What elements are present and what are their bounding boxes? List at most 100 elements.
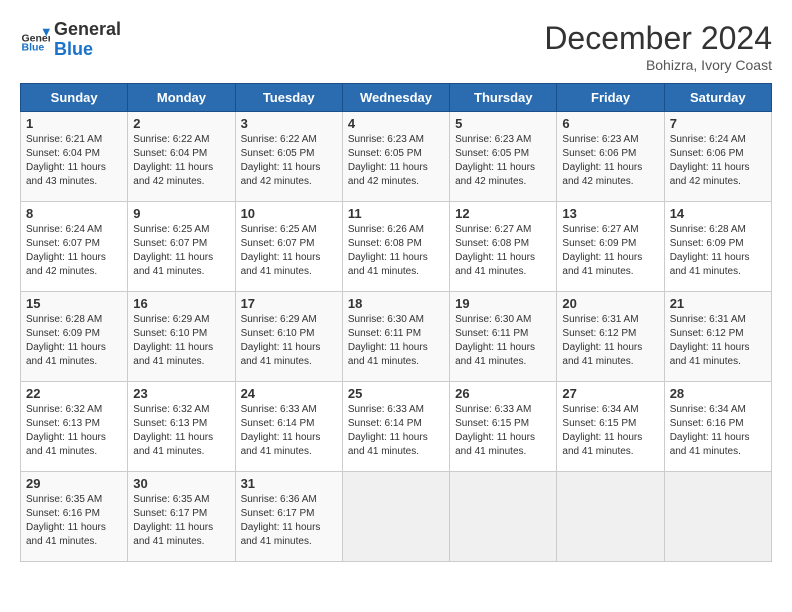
calendar-day-cell: 8 Sunrise: 6:24 AMSunset: 6:07 PMDayligh… (21, 202, 128, 292)
day-info: Sunrise: 6:23 AMSunset: 6:05 PMDaylight:… (348, 133, 444, 189)
day-info: Sunrise: 6:23 AMSunset: 6:05 PMDaylight:… (455, 133, 551, 189)
day-info: Sunrise: 6:27 AMSunset: 6:09 PMDaylight:… (562, 223, 658, 279)
calendar-day-cell: 4 Sunrise: 6:23 AMSunset: 6:05 PMDayligh… (342, 112, 449, 202)
day-of-week-header: Monday (128, 84, 235, 112)
calendar-week-row: 1 Sunrise: 6:21 AMSunset: 6:04 PMDayligh… (21, 112, 772, 202)
day-info: Sunrise: 6:25 AMSunset: 6:07 PMDaylight:… (241, 223, 337, 279)
day-info: Sunrise: 6:31 AMSunset: 6:12 PMDaylight:… (562, 313, 658, 369)
day-info: Sunrise: 6:33 AMSunset: 6:14 PMDaylight:… (241, 403, 337, 459)
calendar-day-cell: 2 Sunrise: 6:22 AMSunset: 6:04 PMDayligh… (128, 112, 235, 202)
calendar-day-cell: 6 Sunrise: 6:23 AMSunset: 6:06 PMDayligh… (557, 112, 664, 202)
calendar-day-cell: 22 Sunrise: 6:32 AMSunset: 6:13 PMDaylig… (21, 382, 128, 472)
calendar-week-row: 8 Sunrise: 6:24 AMSunset: 6:07 PMDayligh… (21, 202, 772, 292)
day-info: Sunrise: 6:35 AMSunset: 6:17 PMDaylight:… (133, 493, 229, 549)
calendar-day-cell (342, 472, 449, 562)
day-info: Sunrise: 6:22 AMSunset: 6:05 PMDaylight:… (241, 133, 337, 189)
calendar-day-cell: 19 Sunrise: 6:30 AMSunset: 6:11 PMDaylig… (450, 292, 557, 382)
calendar-day-cell: 28 Sunrise: 6:34 AMSunset: 6:16 PMDaylig… (664, 382, 771, 472)
svg-text:Blue: Blue (22, 41, 45, 53)
day-number: 18 (348, 296, 444, 311)
day-info: Sunrise: 6:25 AMSunset: 6:07 PMDaylight:… (133, 223, 229, 279)
calendar-day-cell: 1 Sunrise: 6:21 AMSunset: 6:04 PMDayligh… (21, 112, 128, 202)
day-number: 2 (133, 116, 229, 131)
day-info: Sunrise: 6:27 AMSunset: 6:08 PMDaylight:… (455, 223, 551, 279)
day-of-week-header: Saturday (664, 84, 771, 112)
logo-name: General Blue (54, 20, 121, 60)
calendar-day-cell: 10 Sunrise: 6:25 AMSunset: 6:07 PMDaylig… (235, 202, 342, 292)
day-info: Sunrise: 6:28 AMSunset: 6:09 PMDaylight:… (26, 313, 122, 369)
day-info: Sunrise: 6:24 AMSunset: 6:07 PMDaylight:… (26, 223, 122, 279)
title-block: December 2024 Bohizra, Ivory Coast (544, 20, 772, 73)
day-of-week-header: Friday (557, 84, 664, 112)
day-info: Sunrise: 6:28 AMSunset: 6:09 PMDaylight:… (670, 223, 766, 279)
day-number: 31 (241, 476, 337, 491)
calendar-day-cell: 23 Sunrise: 6:32 AMSunset: 6:13 PMDaylig… (128, 382, 235, 472)
calendar-day-cell: 12 Sunrise: 6:27 AMSunset: 6:08 PMDaylig… (450, 202, 557, 292)
calendar-day-cell: 14 Sunrise: 6:28 AMSunset: 6:09 PMDaylig… (664, 202, 771, 292)
day-number: 9 (133, 206, 229, 221)
calendar-day-cell: 15 Sunrise: 6:28 AMSunset: 6:09 PMDaylig… (21, 292, 128, 382)
day-of-week-header: Sunday (21, 84, 128, 112)
day-number: 28 (670, 386, 766, 401)
calendar-day-cell: 27 Sunrise: 6:34 AMSunset: 6:15 PMDaylig… (557, 382, 664, 472)
day-number: 17 (241, 296, 337, 311)
day-info: Sunrise: 6:32 AMSunset: 6:13 PMDaylight:… (133, 403, 229, 459)
calendar-day-cell: 31 Sunrise: 6:36 AMSunset: 6:17 PMDaylig… (235, 472, 342, 562)
day-number: 30 (133, 476, 229, 491)
calendar-day-cell: 16 Sunrise: 6:29 AMSunset: 6:10 PMDaylig… (128, 292, 235, 382)
day-info: Sunrise: 6:24 AMSunset: 6:06 PMDaylight:… (670, 133, 766, 189)
day-number: 23 (133, 386, 229, 401)
day-number: 15 (26, 296, 122, 311)
day-number: 13 (562, 206, 658, 221)
day-number: 26 (455, 386, 551, 401)
calendar-day-cell: 17 Sunrise: 6:29 AMSunset: 6:10 PMDaylig… (235, 292, 342, 382)
logo-icon: General Blue (20, 25, 50, 55)
calendar-day-cell (450, 472, 557, 562)
day-number: 27 (562, 386, 658, 401)
logo: General Blue General Blue (20, 20, 121, 60)
day-number: 11 (348, 206, 444, 221)
day-info: Sunrise: 6:33 AMSunset: 6:15 PMDaylight:… (455, 403, 551, 459)
day-number: 14 (670, 206, 766, 221)
calendar-day-cell: 9 Sunrise: 6:25 AMSunset: 6:07 PMDayligh… (128, 202, 235, 292)
day-info: Sunrise: 6:30 AMSunset: 6:11 PMDaylight:… (348, 313, 444, 369)
day-number: 25 (348, 386, 444, 401)
day-info: Sunrise: 6:32 AMSunset: 6:13 PMDaylight:… (26, 403, 122, 459)
day-number: 16 (133, 296, 229, 311)
calendar-day-cell (557, 472, 664, 562)
day-number: 4 (348, 116, 444, 131)
day-of-week-header: Thursday (450, 84, 557, 112)
calendar-week-row: 29 Sunrise: 6:35 AMSunset: 6:16 PMDaylig… (21, 472, 772, 562)
day-number: 12 (455, 206, 551, 221)
calendar-day-cell: 11 Sunrise: 6:26 AMSunset: 6:08 PMDaylig… (342, 202, 449, 292)
month-title: December 2024 (544, 20, 772, 57)
day-number: 19 (455, 296, 551, 311)
day-number: 24 (241, 386, 337, 401)
calendar-body: 1 Sunrise: 6:21 AMSunset: 6:04 PMDayligh… (21, 112, 772, 562)
location-subtitle: Bohizra, Ivory Coast (544, 57, 772, 73)
day-info: Sunrise: 6:29 AMSunset: 6:10 PMDaylight:… (241, 313, 337, 369)
day-info: Sunrise: 6:22 AMSunset: 6:04 PMDaylight:… (133, 133, 229, 189)
day-info: Sunrise: 6:31 AMSunset: 6:12 PMDaylight:… (670, 313, 766, 369)
day-number: 10 (241, 206, 337, 221)
calendar-table: SundayMondayTuesdayWednesdayThursdayFrid… (20, 83, 772, 562)
day-number: 5 (455, 116, 551, 131)
calendar-header-row: SundayMondayTuesdayWednesdayThursdayFrid… (21, 84, 772, 112)
day-number: 20 (562, 296, 658, 311)
calendar-day-cell: 3 Sunrise: 6:22 AMSunset: 6:05 PMDayligh… (235, 112, 342, 202)
day-number: 21 (670, 296, 766, 311)
calendar-day-cell: 20 Sunrise: 6:31 AMSunset: 6:12 PMDaylig… (557, 292, 664, 382)
day-number: 6 (562, 116, 658, 131)
day-number: 3 (241, 116, 337, 131)
day-info: Sunrise: 6:36 AMSunset: 6:17 PMDaylight:… (241, 493, 337, 549)
day-number: 29 (26, 476, 122, 491)
calendar-day-cell: 18 Sunrise: 6:30 AMSunset: 6:11 PMDaylig… (342, 292, 449, 382)
day-info: Sunrise: 6:34 AMSunset: 6:16 PMDaylight:… (670, 403, 766, 459)
calendar-day-cell: 13 Sunrise: 6:27 AMSunset: 6:09 PMDaylig… (557, 202, 664, 292)
calendar-day-cell: 21 Sunrise: 6:31 AMSunset: 6:12 PMDaylig… (664, 292, 771, 382)
day-number: 1 (26, 116, 122, 131)
calendar-day-cell: 24 Sunrise: 6:33 AMSunset: 6:14 PMDaylig… (235, 382, 342, 472)
calendar-day-cell: 30 Sunrise: 6:35 AMSunset: 6:17 PMDaylig… (128, 472, 235, 562)
day-of-week-header: Wednesday (342, 84, 449, 112)
day-info: Sunrise: 6:26 AMSunset: 6:08 PMDaylight:… (348, 223, 444, 279)
